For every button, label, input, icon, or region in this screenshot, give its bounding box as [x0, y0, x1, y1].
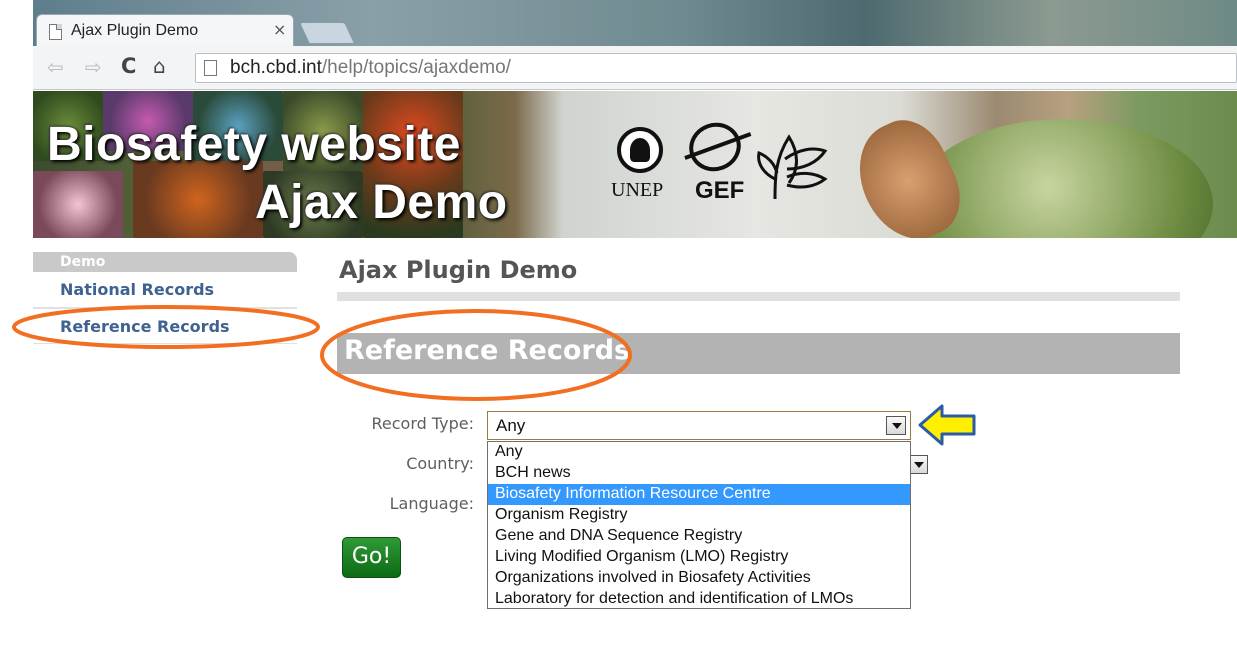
section-header: Reference Records [337, 333, 1180, 374]
page-title: Ajax Plugin Demo [339, 256, 578, 284]
new-tab-button[interactable] [298, 22, 356, 44]
browser-tab[interactable]: Ajax Plugin Demo × [36, 14, 294, 46]
unep-logo-text: UNEP [611, 179, 664, 201]
sidebar-header: Demo [33, 252, 297, 272]
dropdown-option[interactable]: Gene and DNA Sequence Registry [488, 526, 910, 547]
url-path: /help/topics/ajaxdemo/ [321, 57, 511, 78]
dropdown-option[interactable]: BCH news [488, 463, 910, 484]
close-icon[interactable]: × [273, 20, 286, 39]
url-text: bch.cbd.int/help/topics/ajaxdemo/ [230, 57, 511, 79]
unep-logo-icon [617, 127, 663, 173]
page-icon [204, 60, 217, 76]
go-button[interactable]: Go! [342, 537, 401, 578]
home-icon[interactable]: ⌂ [153, 54, 166, 78]
page-margin [0, 0, 33, 659]
banner-photo [133, 161, 263, 238]
page-icon [49, 24, 62, 40]
banner-title-line1: Biosafety website [47, 118, 461, 171]
dropdown-option[interactable]: Any [488, 442, 910, 463]
sidebar: Demo National Records Reference Records [33, 252, 297, 344]
yellow-arrow-icon [918, 404, 976, 446]
sidebar-item-reference-records[interactable]: Reference Records [33, 308, 297, 344]
banner-photo [33, 171, 123, 238]
dropdown-option-highlighted[interactable]: Biosafety Information Resource Centre [488, 484, 910, 505]
dropdown-option[interactable]: Laboratory for detection and identificat… [488, 589, 910, 610]
address-bar[interactable]: bch.cbd.int/help/topics/ajaxdemo/ [195, 53, 1237, 83]
country-select-arrow[interactable] [909, 455, 928, 474]
dropdown-option[interactable]: Living Modified Organism (LMO) Registry [488, 547, 910, 568]
sidebar-item-national-records[interactable]: National Records [33, 272, 297, 308]
section-title: Reference Records [344, 335, 631, 366]
record-type-label: Record Type: [371, 414, 474, 433]
dropdown-option[interactable]: Organizations involved in Biosafety Acti… [488, 568, 910, 589]
banner-title-line2: Ajax Demo [255, 176, 508, 229]
browser-toolbar: ⇦ ⇨ C ⌂ bch.cbd.int/help/topics/ajaxdemo… [33, 46, 1237, 90]
country-label: Country: [406, 454, 474, 473]
leaf-logo-icon [757, 134, 828, 200]
globe-image [913, 119, 1213, 238]
dropdown-option[interactable]: Organism Registry [488, 505, 910, 526]
back-arrow-icon[interactable]: ⇦ [47, 55, 64, 79]
title-divider [337, 292, 1180, 301]
forward-arrow-icon[interactable]: ⇨ [85, 55, 102, 79]
gef-logo-text: GEF [695, 177, 745, 204]
record-type-select[interactable]: Any [487, 411, 911, 440]
gef-logo-icon [682, 115, 748, 179]
site-banner: Biosafety website Ajax Demo UNEP GEF [33, 91, 1237, 238]
partner-logos: UNEP GEF [605, 115, 865, 213]
language-label: Language: [389, 494, 474, 513]
tab-title: Ajax Plugin Demo [71, 22, 199, 39]
record-type-value: Any [496, 416, 526, 435]
record-type-dropdown: Any BCH news Biosafety Information Resou… [487, 441, 911, 609]
reload-icon[interactable]: C [121, 54, 136, 78]
url-host: bch.cbd.int [230, 57, 322, 78]
chevron-down-icon[interactable] [886, 416, 906, 435]
